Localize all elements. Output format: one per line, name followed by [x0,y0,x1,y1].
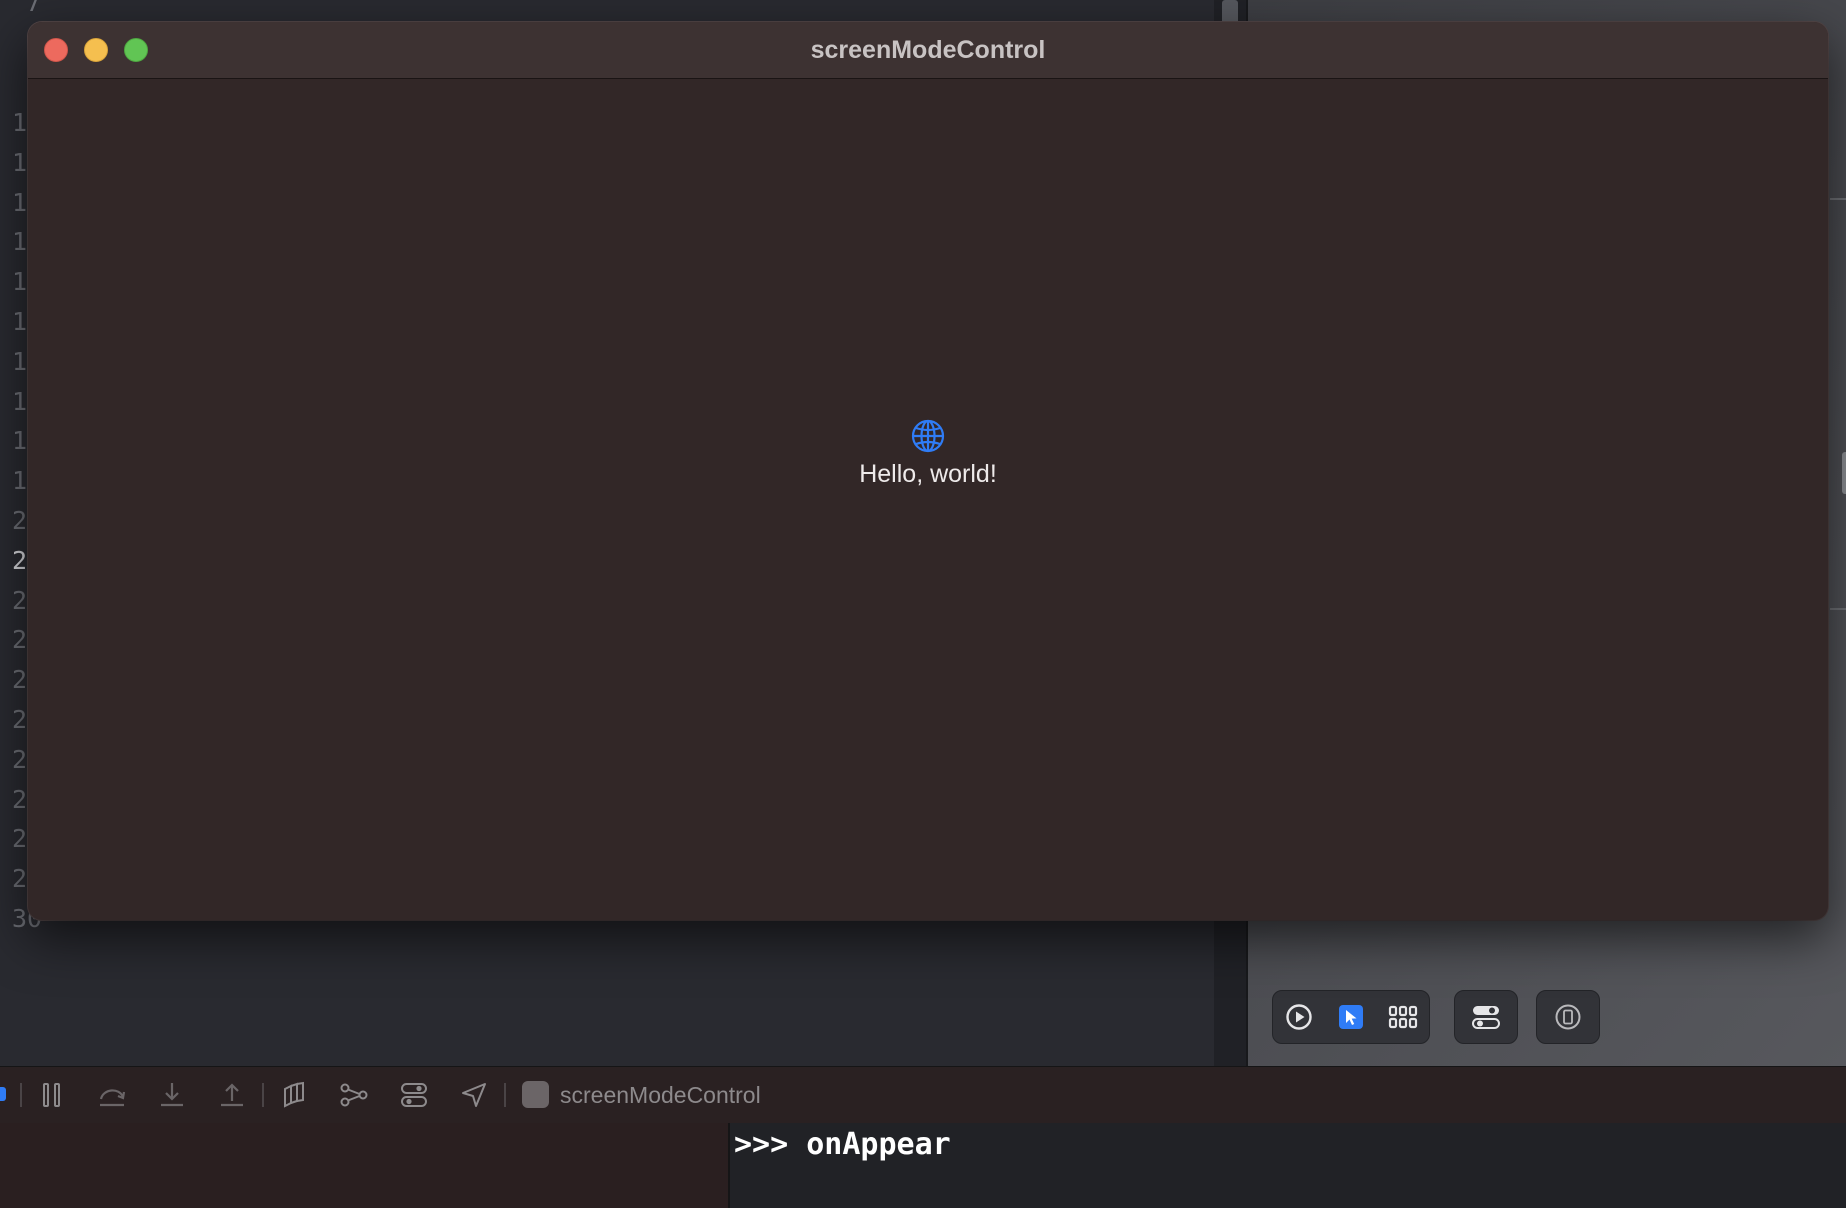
pause-icon[interactable] [36,1079,68,1111]
simulate-location-icon[interactable] [458,1079,490,1111]
memory-graph-icon[interactable] [338,1079,370,1111]
line-number-fragment: 7 [26,0,42,17]
debug-separator [504,1083,506,1107]
canvas-resize-handle[interactable] [1842,452,1846,494]
breakpoints-toggle-icon[interactable] [0,1087,6,1101]
debug-process-name[interactable]: screenModeControl [560,1081,761,1109]
editor-scrollbar-thumb[interactable] [1222,0,1238,24]
debug-separator [262,1083,264,1107]
console-line: >>> onAppear [734,1127,951,1162]
globe-icon [911,419,945,453]
device-settings-toolbar [1454,990,1518,1044]
device-settings-icon[interactable] [1470,1001,1502,1033]
app-window[interactable]: screenModeControl Hello, world! [28,22,1828,920]
play-circle-icon[interactable] [1283,1001,1315,1033]
window-content: Hello, world! [28,79,1828,920]
debug-separator [20,1083,22,1107]
app-icon [522,1081,549,1108]
window-titlebar[interactable]: screenModeControl [28,22,1828,79]
variants-grid-icon[interactable] [1387,1001,1419,1033]
console-output[interactable]: >>> onAppear [730,1123,1846,1208]
step-out-icon[interactable] [216,1079,248,1111]
debug-bar [0,1066,1846,1124]
hello-text: Hello, world! [859,460,997,488]
variables-view[interactable] [0,1123,730,1208]
view-hierarchy-icon[interactable] [278,1079,310,1111]
window-title: screenModeControl [810,36,1046,64]
selectable-pointer-icon[interactable] [1335,1001,1367,1033]
device-frame-icon[interactable] [1552,1001,1584,1033]
step-over-icon[interactable] [96,1079,128,1111]
canvas-divider [1830,608,1846,610]
screen: 7 1 1 1 1 1 1 1 1 1 1 2 2 2 2 2 2 2 2 2 2 30 [0,0,1846,1208]
content-stack: Hello, world! [859,418,997,489]
canvas-divider [1830,198,1846,200]
device-frame-toolbar [1536,990,1600,1044]
environment-overrides-icon[interactable] [398,1079,430,1111]
preview-mode-toolbar [1272,990,1430,1044]
step-into-icon[interactable] [156,1079,188,1111]
